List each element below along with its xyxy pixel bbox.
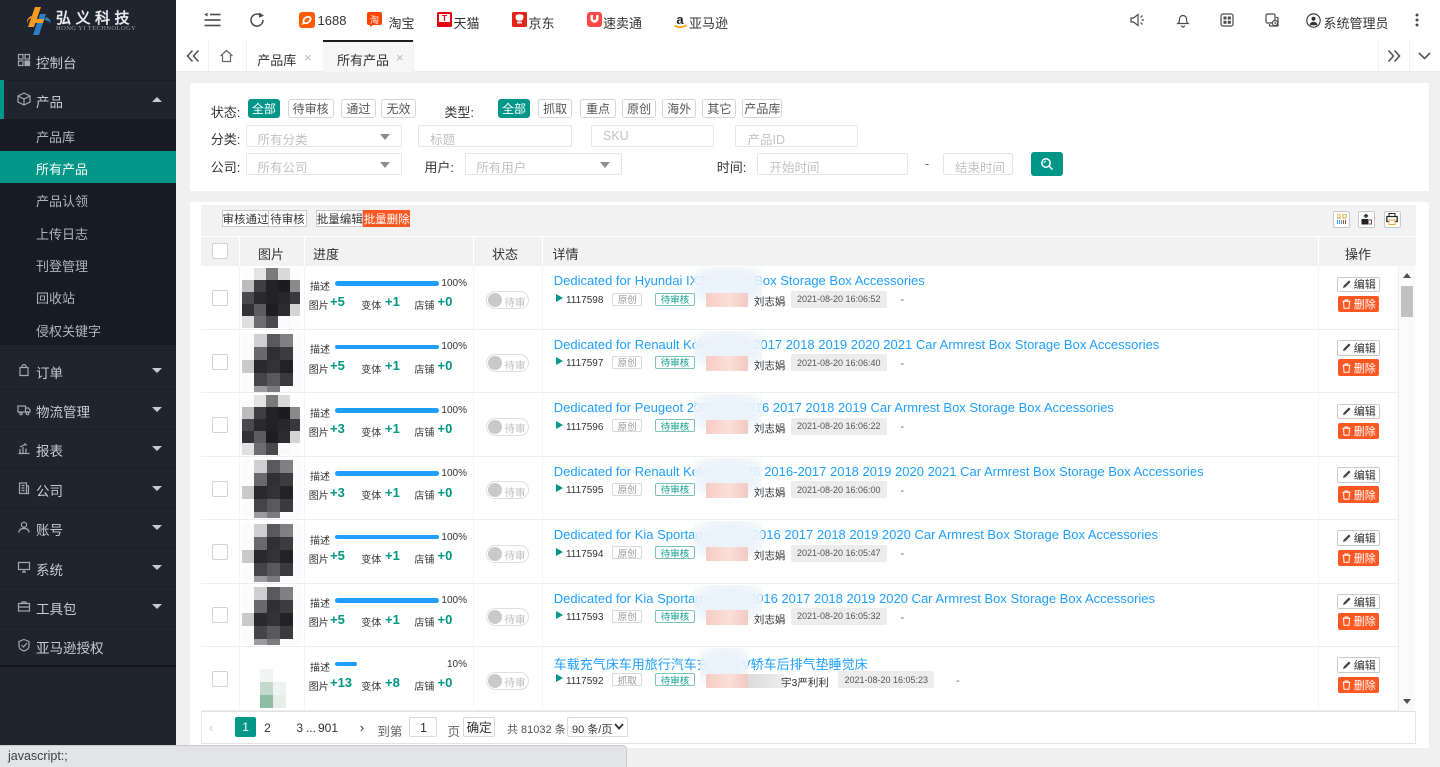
svg-text:淘: 淘 bbox=[369, 14, 378, 25]
svg-text:T: T bbox=[442, 13, 448, 23]
svg-text:a: a bbox=[676, 12, 684, 27]
